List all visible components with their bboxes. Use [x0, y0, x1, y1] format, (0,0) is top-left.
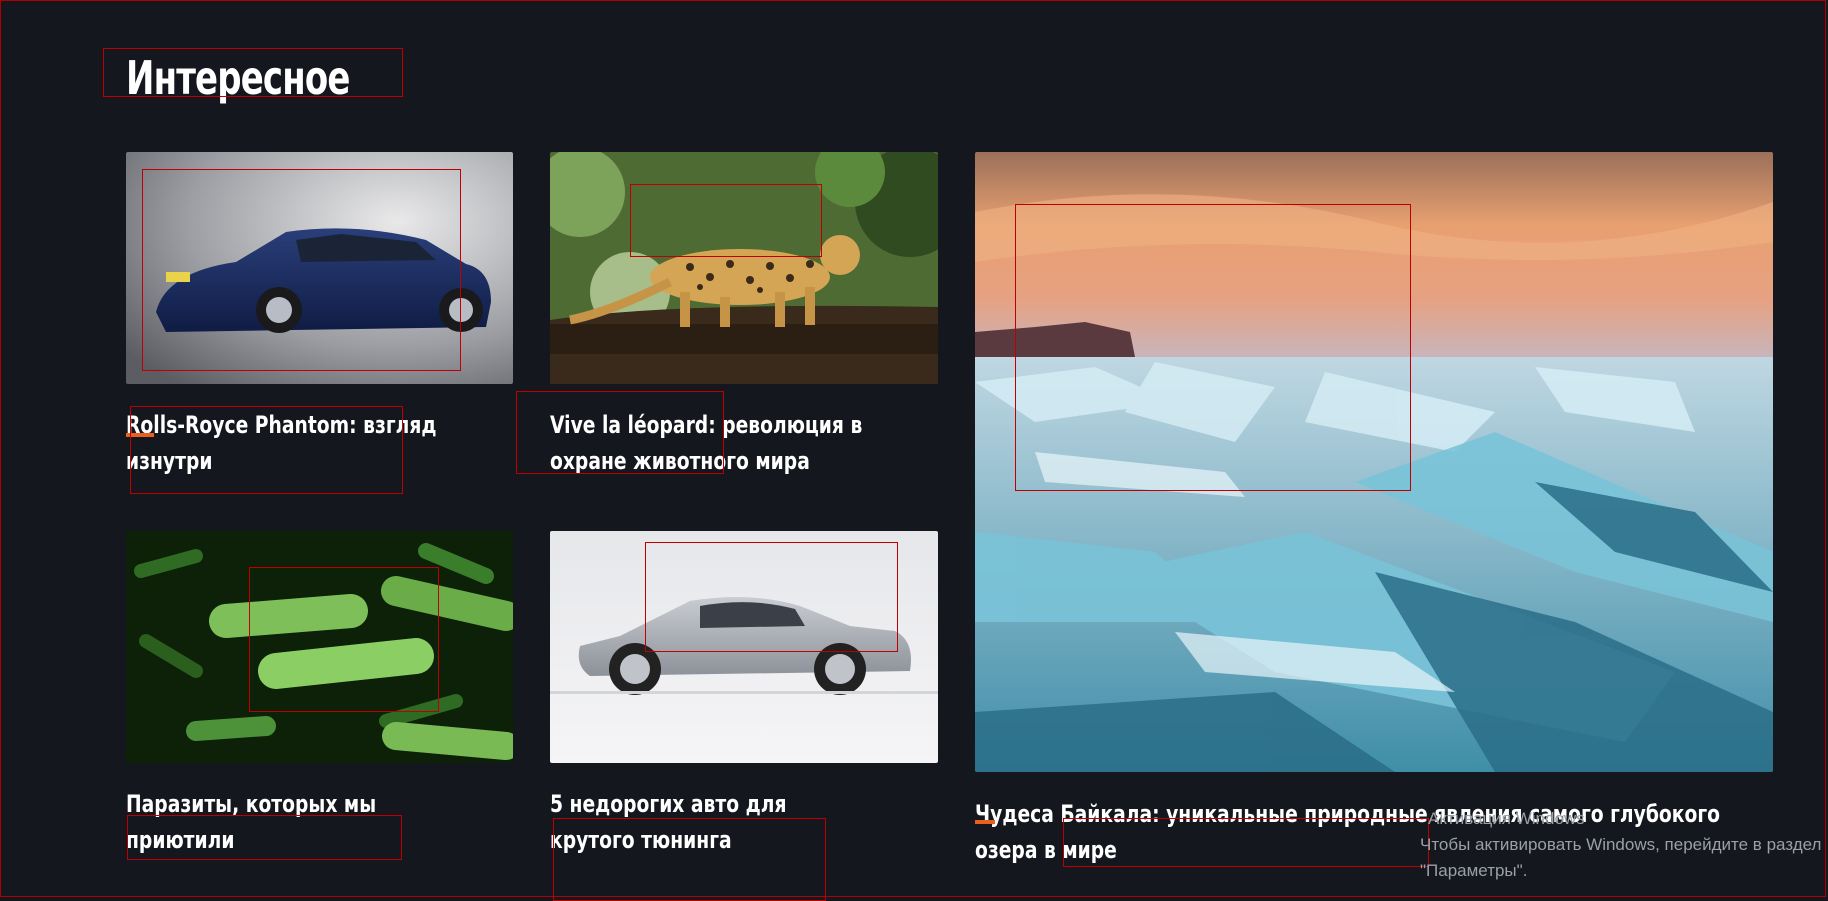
accent-bar	[975, 820, 995, 824]
article-card-rolls-royce[interactable]: Rolls-Royce Phantom: взгляд изнутри	[126, 152, 513, 492]
article-title[interactable]: Rolls-Royce Phantom: взгляд изнутри	[126, 407, 469, 479]
article-title[interactable]: 5 недорогих авто для крутого тюнинга	[550, 786, 870, 858]
leopard-image[interactable]	[550, 152, 938, 384]
windows-activation-watermark: Активация Windows Чтобы активировать Win…	[1420, 809, 1822, 884]
car-image[interactable]	[126, 152, 513, 384]
article-title[interactable]: Vive la léopard: революция в охране живо…	[550, 407, 870, 479]
baikal-image[interactable]	[975, 152, 1773, 772]
article-card-parasites[interactable]: Паразиты, которых мы приютили	[126, 531, 513, 871]
accent-bar	[126, 433, 154, 437]
bacteria-image[interactable]	[126, 531, 513, 763]
article-card-leopard[interactable]: Vive la léopard: революция в охране живо…	[550, 152, 938, 492]
section-title: Интересное	[126, 51, 350, 105]
sports-car-image[interactable]	[550, 531, 938, 763]
article-card-baikal[interactable]: Чудеса Байкала: уникальные природные явл…	[975, 152, 1773, 872]
watermark-line: "Параметры".	[1420, 861, 1528, 880]
article-title[interactable]: Паразиты, которых мы приютили	[126, 786, 438, 858]
watermark-line: Активация Windows	[1428, 809, 1585, 828]
article-card-tuning-cars[interactable]: 5 недорогих авто для крутого тюнинга	[550, 531, 938, 871]
watermark-line: Чтобы активировать Windows, перейдите в …	[1420, 835, 1822, 854]
